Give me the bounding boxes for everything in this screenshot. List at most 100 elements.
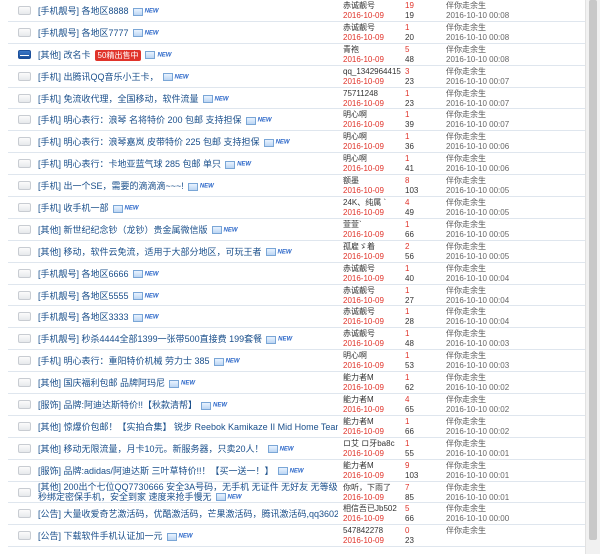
- scrollbar-thumb[interactable]: [589, 0, 597, 540]
- thread-link[interactable]: 明心表行：卡地亚蓝气球 285 包邮 单只: [64, 159, 222, 169]
- scrollbar[interactable]: [585, 0, 600, 554]
- thread-category[interactable]: [手机]: [38, 137, 61, 147]
- author-link[interactable]: 能力者M: [343, 395, 405, 405]
- thread-title[interactable]: [手机] 明心表行：浪琴嘉岚 皮带特价 225 包邮 支持担保 NEW: [38, 136, 338, 149]
- thread-title[interactable]: [其他] 200出个七位QQ7730666 安全3A号码，无手机 无证件 无好友…: [38, 482, 338, 503]
- thread-title[interactable]: [其他] 移动，软件云免流，适用于大部分地区，可玩王者 NEW: [38, 246, 338, 259]
- author-link[interactable]: 能力者M: [343, 461, 405, 471]
- last-reply-time[interactable]: 2016-10-10 00:04: [446, 296, 509, 306]
- last-reply-user[interactable]: 伴你走余生: [446, 132, 486, 142]
- author-link[interactable]: 萱萱`: [343, 220, 405, 230]
- author-link[interactable]: 你听，下雨了: [343, 483, 405, 493]
- last-reply-time[interactable]: 2016-10-10 00:02: [446, 383, 509, 393]
- last-reply-time[interactable]: 2016-10-10 00:03: [446, 361, 509, 371]
- last-reply-user[interactable]: 伴你走余生: [446, 461, 486, 471]
- thread-category[interactable]: [其他]: [38, 50, 61, 60]
- author-link[interactable]: 赤诚靓号: [343, 1, 405, 11]
- thread-row[interactable]: [公告] 大量收爱奇艺激活码，优酷激活码，芒果激活码，腾讯激活码,qq36025…: [8, 503, 585, 526]
- author-link[interactable]: 孤雇ゞ着: [343, 242, 405, 252]
- last-reply-user[interactable]: 伴你走余生: [446, 198, 486, 208]
- author-link[interactable]: 赤诚靓号: [343, 307, 405, 317]
- thread-title[interactable]: [其他] 惊爆价包邮！【实拍合集】 锐步 Reebok Kamikaze II …: [38, 421, 338, 434]
- author-link[interactable]: 明心啊: [343, 351, 405, 361]
- thread-category[interactable]: [其他]: [38, 422, 61, 432]
- last-reply-user[interactable]: 伴你走余生: [446, 176, 486, 186]
- thread-link[interactable]: 下载软件手机认证加一元: [64, 531, 163, 541]
- thread-category[interactable]: [手机]: [38, 94, 61, 104]
- thread-link[interactable]: 改名卡: [64, 50, 91, 60]
- thread-link[interactable]: 各地区3333: [82, 312, 129, 322]
- thread-link[interactable]: 出腾讯QQ音乐小王卡，: [64, 72, 159, 82]
- thread-title[interactable]: [手机靓号] 各地区5555 NEW: [38, 290, 338, 303]
- thread-title[interactable]: [手机靓号] 各地区6666 NEW: [38, 268, 338, 281]
- last-reply-user[interactable]: 伴你走余生: [446, 1, 486, 11]
- thread-link[interactable]: 品牌:adidas/阿迪达斯 三叶草特价!!！【买一送一！】: [64, 466, 274, 476]
- thread-row[interactable]: [手机靓号] 各地区3333 NEW 赤诚靓号 2016-10-09 1 28 伴你走余生 2…: [8, 306, 585, 329]
- thread-link[interactable]: 大量收爱奇艺激活码，优酷激活码，芒果激活码，腾讯激活码,qq360251227: [64, 509, 338, 519]
- last-reply-time[interactable]: 2016-10-10 00:05: [446, 186, 509, 196]
- thread-title[interactable]: [手机] 明心表行：浪琴 名将特价 200 包邮 支持担保 NEW: [38, 114, 338, 127]
- thread-category[interactable]: [其他]: [38, 225, 61, 235]
- last-reply-time[interactable]: 2016-10-10 00:05: [446, 230, 509, 240]
- thread-title[interactable]: [手机靓号] 各地区3333 NEW: [38, 311, 338, 324]
- thread-row[interactable]: [手机] 免流收代理，全国移动，软件流量 NEW 75711248 2016-10-0…: [8, 88, 585, 110]
- last-reply-time[interactable]: 2016-10-10 00:03: [446, 339, 509, 349]
- thread-category[interactable]: [公告]: [38, 509, 61, 519]
- thread-row[interactable]: [手机] 收手机一部 NEW 24K、纯属 ` 2016-10-09 4 49 伴你走余生 2…: [8, 197, 585, 219]
- thread-row[interactable]: [手机靓号] 秒杀4444全部1399一张带500直接费 199套餐 NEW 赤诚靓…: [8, 328, 585, 351]
- author-link[interactable]: 赤诚靓号: [343, 264, 405, 274]
- last-reply-time[interactable]: 2016-10-10 00:07: [446, 99, 509, 109]
- last-reply-time[interactable]: 2016-10-10 00:05: [446, 208, 509, 218]
- last-reply-time[interactable]: 2016-10-10 00:00: [446, 514, 509, 524]
- thread-link[interactable]: 品牌:阿迪达斯特价!!【秋款清帮】: [64, 400, 198, 410]
- thread-title[interactable]: [手机] 出腾讯QQ音乐小王卡， NEW: [38, 71, 338, 84]
- thread-title[interactable]: [手机] 明心表行：卡地亚蓝气球 285 包邮 单只 NEW: [38, 158, 338, 171]
- author-link[interactable]: 明心啊: [343, 154, 405, 164]
- thread-category[interactable]: [手机]: [38, 181, 61, 191]
- thread-category[interactable]: [其他]: [38, 247, 61, 257]
- thread-row[interactable]: [手机靓号] 各地区5555 NEW 赤诚靓号 2016-10-09 1 27 伴你走余生 2…: [8, 285, 585, 307]
- author-link[interactable]: 赤诚靓号: [343, 329, 405, 339]
- last-reply-user[interactable]: 伴你走余生: [446, 417, 486, 427]
- last-reply-user[interactable]: 伴你走余生: [446, 504, 486, 514]
- thread-link[interactable]: 免流收代理，全国移动，软件流量: [64, 94, 199, 104]
- thread-row[interactable]: [手机] 明心表行：浪琴 名将特价 200 包邮 支持担保 NEW 明心啊 2016-…: [8, 109, 585, 132]
- last-reply-time[interactable]: 2016-10-10 00:06: [446, 164, 509, 174]
- author-link[interactable]: 24K、纯属 `: [343, 198, 405, 208]
- thread-category[interactable]: [手机靓号]: [38, 28, 79, 38]
- last-reply-time[interactable]: 2016-10-10 00:01: [446, 449, 509, 459]
- author-link[interactable]: ロ艾 ロ牙ba8c: [343, 439, 405, 449]
- author-link[interactable]: 547842278: [343, 526, 405, 536]
- last-reply-user[interactable]: 伴你走余生: [446, 286, 486, 296]
- author-link[interactable]: 75711248: [343, 89, 405, 99]
- thread-link[interactable]: 明心表行：浪琴嘉岚 皮带特价 225 包邮 支持担保: [64, 137, 260, 147]
- last-reply-user[interactable]: 伴你走余生: [446, 67, 486, 77]
- thread-link[interactable]: 新世纪纪念钞（龙钞）贵金属微信版: [64, 225, 208, 235]
- thread-category[interactable]: [手机靓号]: [38, 269, 79, 279]
- thread-category[interactable]: [其他]: [38, 378, 61, 388]
- thread-link[interactable]: 秒杀4444全部1399一张带500直接费 199套餐: [82, 334, 263, 344]
- thread-title[interactable]: [手机] 出一个SE，需要的滴滴滴~~~! NEW: [38, 180, 338, 193]
- last-reply-time[interactable]: 2016-10-10 00:07: [446, 77, 509, 87]
- last-reply-time[interactable]: 2016-10-10 00:04: [446, 317, 509, 327]
- last-reply-time[interactable]: 2016-10-10 00:06: [446, 142, 509, 152]
- last-reply-time[interactable]: 2016-10-10 00:04: [446, 274, 509, 284]
- author-link[interactable]: qq_1342964415: [343, 67, 405, 77]
- thread-row[interactable]: [服饰] 品牌:阿迪达斯特价!!【秋款清帮】 NEW 能力者M 2016-10-09 4…: [8, 394, 585, 416]
- thread-row[interactable]: [其他] 移动无限流量，月卡10元。新服务器，只卖20人！ NEW ロ艾 ロ牙ba8…: [8, 438, 585, 460]
- thread-link[interactable]: 移动，软件云免流，适用于大部分地区，可玩王者: [64, 247, 262, 257]
- last-reply-user[interactable]: 伴你走余生: [446, 439, 486, 449]
- thread-title[interactable]: [手机靓号] 各地区8888 NEW: [38, 5, 338, 18]
- last-reply-time[interactable]: 2016-10-10 00:01: [446, 471, 509, 481]
- thread-link[interactable]: 收手机一部: [64, 203, 109, 213]
- last-reply-user[interactable]: 伴你走余生: [446, 89, 486, 99]
- thread-category[interactable]: [手机靓号]: [38, 6, 79, 16]
- author-link[interactable]: 赤诚靓号: [343, 286, 405, 296]
- last-reply-user[interactable]: 伴你走余生: [446, 110, 486, 120]
- thread-title[interactable]: [手机] 收手机一部 NEW: [38, 202, 338, 215]
- thread-title[interactable]: [服饰] 品牌:阿迪达斯特价!!【秋款清帮】 NEW: [38, 399, 338, 412]
- thread-link[interactable]: 出一个SE，需要的滴滴滴~~~!: [64, 181, 184, 191]
- last-reply-time[interactable]: 2016-10-10 00:08: [446, 33, 509, 43]
- last-reply-time[interactable]: 2016-10-10 00:02: [446, 405, 509, 415]
- thread-title[interactable]: [其他] 新世纪纪念钞（龙钞）贵金属微信版 NEW: [38, 224, 338, 237]
